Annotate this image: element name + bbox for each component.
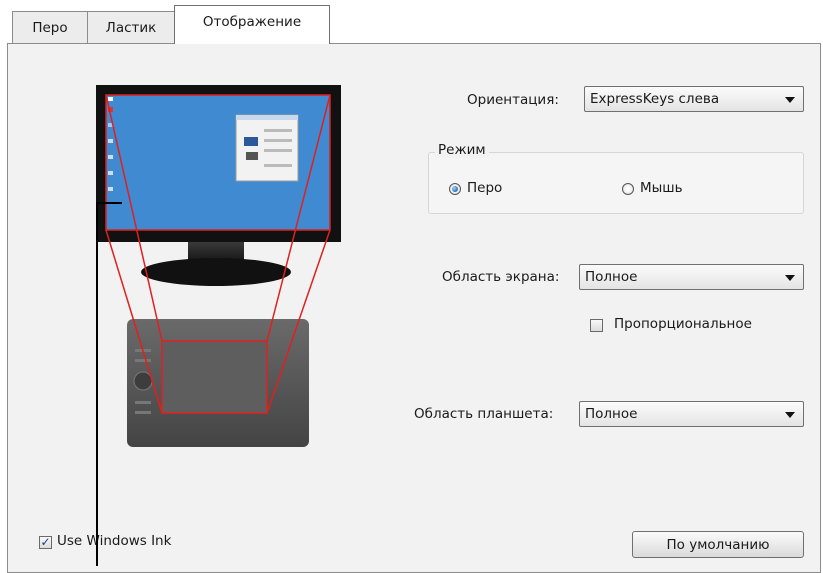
proportional-label: Пропорциональное	[614, 316, 752, 332]
desktop-icon	[108, 187, 113, 191]
screen-area-label: Область экрана:	[442, 269, 560, 285]
mode-legend: Режим	[435, 142, 489, 158]
tab-eraser-label: Ластик	[105, 19, 157, 36]
tab-strip: Перо Ластик Отображение	[0, 0, 823, 44]
chevron-down-icon	[785, 275, 795, 281]
chevron-down-icon	[785, 412, 795, 418]
mini-dialog-window	[235, 114, 299, 182]
callout-line-tick	[96, 202, 122, 204]
monitor-base	[141, 258, 291, 286]
tab-mapping-label: Отображение	[202, 14, 302, 30]
callout-line	[96, 202, 98, 566]
chevron-down-icon	[785, 97, 795, 103]
monitor	[96, 85, 341, 286]
windows-ink-checkbox[interactable]: ✓	[39, 536, 52, 549]
tab-eraser[interactable]: Ластик	[87, 11, 175, 43]
tablet-area-value: Полное	[585, 406, 638, 422]
mode-pen-label: Перо	[467, 180, 503, 196]
tablet-area-label: Область планшета:	[414, 406, 554, 422]
express-key	[135, 411, 151, 414]
tablet-active-area	[162, 341, 267, 413]
tablet-area-dropdown[interactable]: Полное	[579, 401, 804, 427]
mode-group: Режим Перо Мышь	[428, 142, 804, 214]
desktop-icon	[108, 97, 113, 101]
orientation-dropdown[interactable]: ExpressKeys слева	[584, 86, 804, 112]
default-button-label: По умолчанию	[666, 536, 770, 553]
orientation-label: Ориентация:	[467, 92, 559, 108]
mode-mouse-label: Мышь	[640, 180, 683, 196]
default-button[interactable]: По умолчанию	[632, 531, 804, 558]
tab-pen[interactable]: Перо	[12, 11, 88, 43]
tablet	[127, 319, 309, 447]
tab-pen-label: Перо	[32, 19, 68, 36]
desktop-icon	[108, 155, 113, 159]
windows-ink-label: Use Windows Ink	[57, 533, 172, 549]
desktop-icon	[108, 171, 113, 175]
orientation-value: ExpressKeys слева	[590, 91, 720, 107]
mapping-panel: Ориентация: ExpressKeys слева Режим Перо…	[7, 43, 821, 573]
express-key	[135, 359, 151, 362]
mode-pen-radio[interactable]	[449, 183, 461, 195]
express-key	[135, 401, 151, 404]
monitor-tablet-illustration	[96, 85, 341, 447]
screen-area-value: Полное	[585, 269, 638, 285]
screen-area-dropdown[interactable]: Полное	[579, 264, 804, 290]
proportional-checkbox[interactable]	[590, 319, 603, 332]
tab-mapping[interactable]: Отображение	[174, 5, 330, 44]
mode-mouse-radio[interactable]	[622, 183, 634, 195]
touch-ring	[133, 371, 153, 391]
desktop-icon	[108, 139, 113, 143]
